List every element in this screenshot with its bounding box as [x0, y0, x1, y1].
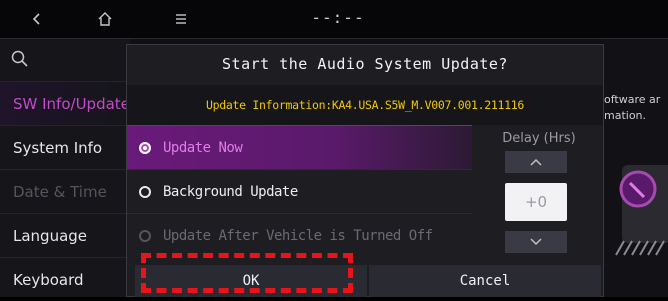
option-background-update-label: Background Update: [163, 183, 298, 200]
screen: --:-- SW Info/Update System Info Date & …: [0, 0, 668, 297]
delay-value: +0: [505, 183, 567, 221]
sidebar-item-sw-info-update[interactable]: SW Info/Update: [0, 81, 130, 125]
menu-icon[interactable]: [166, 4, 196, 34]
sidebar-item-language[interactable]: Language: [0, 213, 130, 257]
delay-increase-button[interactable]: [505, 151, 567, 173]
clock: --:--: [311, 8, 365, 27]
content-text-line-1: oftware ar: [604, 93, 661, 106]
chip-graphic: [615, 165, 668, 256]
delay-stepper: Delay (Hrs) +0: [475, 125, 603, 258]
radio-disabled-icon: [139, 229, 151, 242]
sidebar-item-system-info[interactable]: System Info: [0, 125, 130, 169]
option-update-now-label: Update Now: [163, 139, 243, 156]
search-button[interactable]: [0, 39, 130, 81]
delay-label: Delay (Hrs): [502, 131, 576, 146]
search-icon: [11, 50, 28, 67]
dialog-title: Start the Audio System Update?: [222, 55, 508, 73]
content-text-line-2: mation.: [604, 109, 647, 122]
radio-selected-icon: [139, 141, 151, 154]
content-text: oftware ar mation.: [604, 92, 660, 124]
option-update-after-off-label: Update After Vehicle is Turned Off: [163, 227, 433, 244]
content-pane: oftware ar mation.: [604, 39, 668, 297]
chevron-down-icon: [530, 238, 542, 246]
sidebar-item-keyboard[interactable]: Keyboard: [0, 257, 130, 301]
top-bar: --:--: [0, 0, 668, 39]
chevron-up-icon: [530, 158, 542, 166]
update-information: Update Information:KA4.USA.S5W_M.V007.00…: [127, 85, 603, 125]
option-update-now[interactable]: Update Now: [127, 125, 472, 169]
radio-empty-icon: [139, 185, 151, 198]
settings-sidebar: SW Info/Update System Info Date & Time L…: [0, 39, 130, 297]
ok-highlight-annotation: [141, 253, 353, 293]
cancel-button[interactable]: Cancel: [369, 265, 601, 297]
option-background-update[interactable]: Background Update: [127, 169, 472, 213]
home-icon[interactable]: [90, 4, 120, 34]
chevron-left-icon[interactable]: [22, 4, 52, 34]
sidebar-item-date-time: Date & Time: [0, 169, 130, 213]
option-update-after-off: Update After Vehicle is Turned Off: [127, 213, 472, 257]
delay-decrease-button[interactable]: [505, 231, 567, 253]
